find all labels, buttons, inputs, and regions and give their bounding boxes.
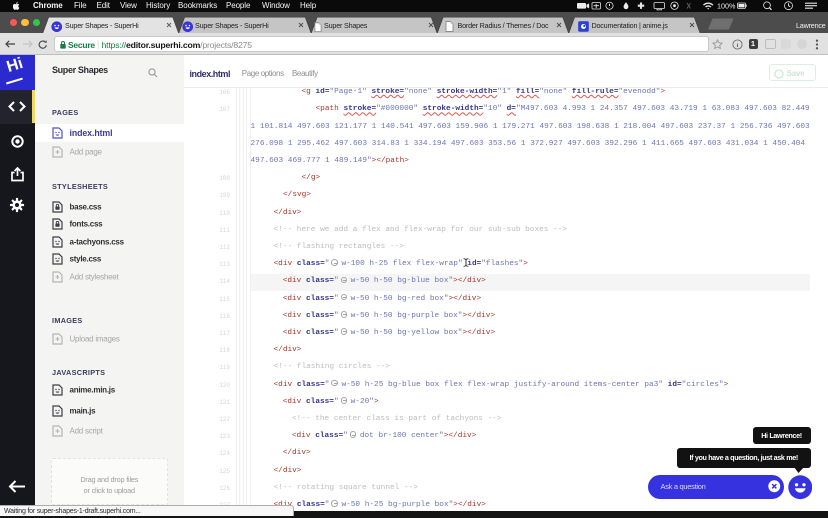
svg-text:100%: 100% [717,2,736,11]
